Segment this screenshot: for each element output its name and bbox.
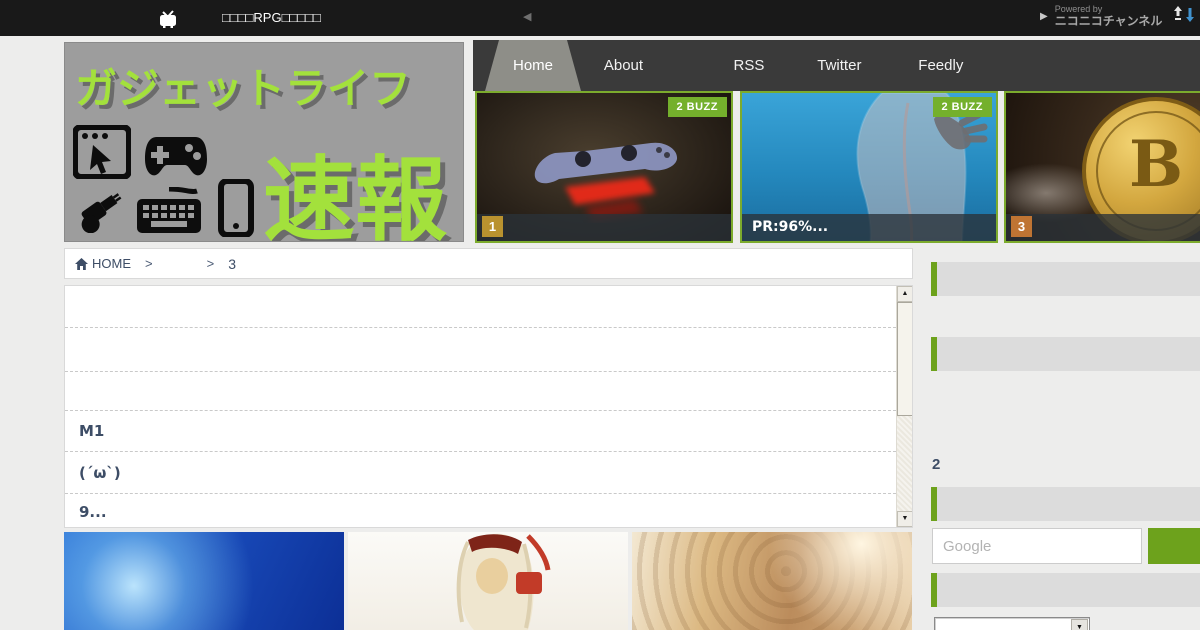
article-list: M1 (´ω`) 9... ▲ ▼ [64, 285, 913, 528]
page: □□□□RPG□□□□□ ◀ ▶ Powered by ニコニコチャンネル ガジ… [0, 0, 1200, 630]
article-list-item[interactable]: 9... [65, 494, 896, 527]
collapse-left-icon[interactable]: ◀ [523, 10, 531, 23]
smartphone-icon [218, 179, 254, 237]
gamepad-icon [145, 137, 207, 176]
breadcrumb-current-page: 3 [228, 255, 236, 272]
buzz-badge: 2 BUZZ [932, 97, 992, 117]
sidebar-widget-header [931, 337, 1200, 371]
article-list-item[interactable]: M1 [65, 411, 896, 452]
article-thumbnail-anime[interactable] [348, 532, 628, 630]
scrollbar-thumb[interactable] [897, 302, 912, 416]
breadcrumb-separator: > [145, 256, 153, 271]
featured-article-3[interactable]: B 3 [1004, 91, 1200, 243]
scrollbar-up-arrow-icon[interactable]: ▲ [897, 286, 912, 302]
powered-by-block[interactable]: ▶ Powered by ニコニコチャンネル [1040, 3, 1197, 30]
featured-caption: PR:96%... [742, 214, 996, 241]
featured-article-1[interactable]: 2 BUZZ 1 [475, 91, 733, 243]
rank-badge: 3 [1011, 216, 1032, 237]
caret-right-icon: ▶ [1040, 11, 1048, 22]
top-bar: □□□□RPG□□□□□ ◀ ▶ Powered by ニコニコチャンネル [0, 0, 1200, 36]
browser-cursor-icon [73, 125, 131, 179]
breadcrumb-separator: > [206, 256, 215, 271]
tab-twitter[interactable]: Twitter [799, 40, 879, 91]
tv-icon[interactable] [156, 6, 180, 35]
site-logo-text-line1: ガジェットライフ [75, 65, 412, 112]
upload-download-arrows-icon[interactable] [1171, 3, 1197, 30]
article-list-item[interactable]: (´ω`) [65, 452, 896, 494]
channel-title[interactable]: □□□□RPG□□□□□ [222, 10, 321, 25]
dropdown-arrow-icon: ▼ [1071, 619, 1088, 630]
article-thumbnail-underwater[interactable] [64, 532, 344, 630]
sidebar-widget-header [931, 573, 1200, 607]
logo-gadget-icons [73, 125, 263, 240]
search-button[interactable] [1148, 528, 1200, 564]
list-scrollbar[interactable]: ▲ ▼ [896, 286, 912, 527]
sidebar-count-label: 2 [932, 456, 941, 473]
buzz-badge: 2 BUZZ [667, 97, 727, 117]
archive-dropdown[interactable]: ▼ [934, 617, 1090, 630]
site-logo[interactable]: ガジェットライフ 速報 [64, 42, 464, 242]
rank-badge: 1 [482, 216, 503, 237]
tab-about[interactable]: About [588, 40, 658, 91]
home-icon [75, 257, 88, 270]
featured-caption [1006, 214, 1200, 241]
featured-article-2[interactable]: 2 BUZZ PR:96%... [740, 91, 998, 243]
scrollbar-down-arrow-icon[interactable]: ▼ [897, 511, 912, 527]
site-logo-text-line2: 速報 [262, 150, 447, 242]
article-list-item[interactable] [65, 372, 896, 411]
breadcrumb-home-label: HOME [92, 256, 131, 271]
google-search-input[interactable] [932, 528, 1142, 564]
breadcrumb: HOME > > 3 [64, 248, 913, 279]
breadcrumb-home-link[interactable]: HOME [75, 256, 131, 271]
sidebar-widget-header [931, 487, 1200, 521]
tab-feedly[interactable]: Feedly [901, 40, 981, 91]
keyboard-icon [137, 187, 201, 233]
sidebar-widget-header [931, 262, 1200, 296]
article-list-item[interactable] [65, 286, 896, 328]
article-list-item[interactable] [65, 328, 896, 372]
niconico-channel-label: ニコニコチャンネル [1054, 13, 1163, 28]
tab-home[interactable]: Home [485, 40, 581, 91]
tab-rss[interactable]: RSS [719, 40, 779, 91]
main-nav: Home About RSS Twitter Feedly [473, 40, 1200, 91]
featured-caption [477, 214, 731, 241]
article-thumbnail-hairstyle[interactable] [632, 532, 912, 630]
usb-plug-icon [81, 193, 122, 233]
